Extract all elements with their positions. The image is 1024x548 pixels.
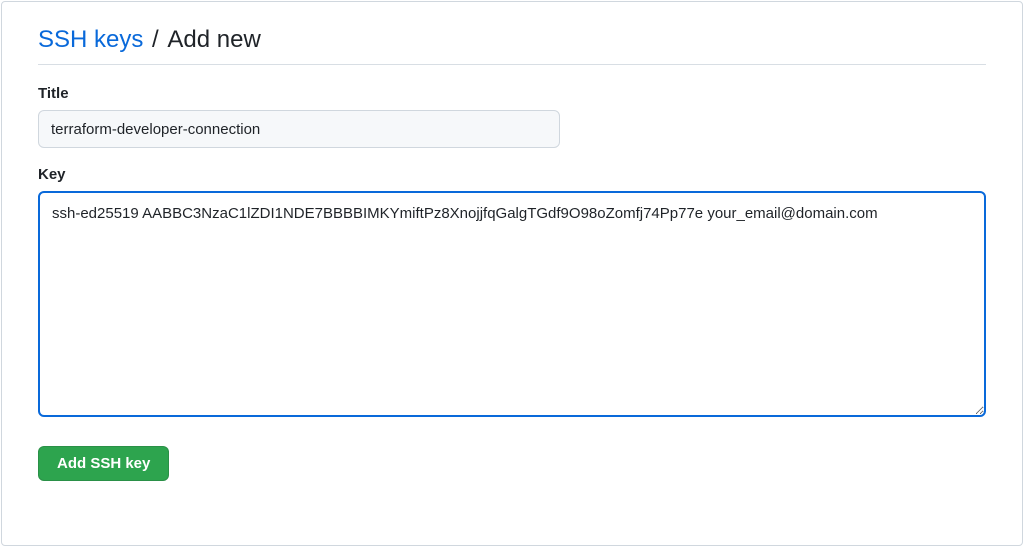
breadcrumb-separator: /: [145, 26, 165, 53]
title-input[interactable]: [38, 110, 560, 148]
ssh-key-add-panel: SSH keys / Add new Title Key Add SSH key: [1, 1, 1023, 546]
title-field-group: Title: [38, 85, 986, 148]
ssh-keys-breadcrumb-link[interactable]: SSH keys: [38, 26, 143, 53]
breadcrumb-current: Add new: [167, 26, 260, 53]
key-field-group: Key: [38, 166, 986, 422]
title-label: Title: [38, 85, 986, 102]
page-heading: SSH keys / Add new: [38, 26, 986, 65]
key-label: Key: [38, 166, 986, 183]
key-textarea[interactable]: [38, 191, 986, 417]
add-ssh-key-button[interactable]: Add SSH key: [38, 446, 169, 481]
